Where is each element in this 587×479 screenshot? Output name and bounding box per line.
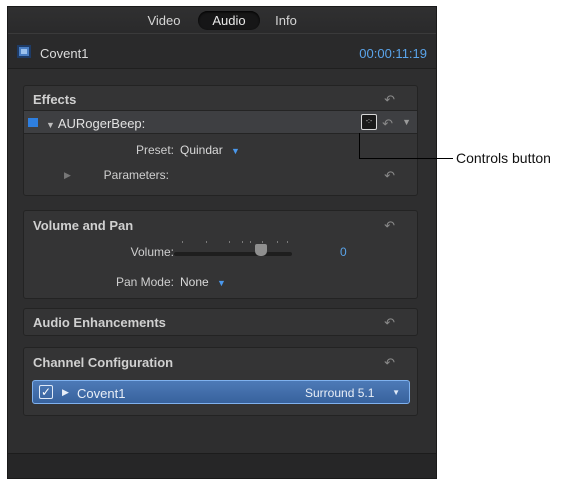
preset-popup[interactable]: Quindar ▼ [180, 143, 240, 157]
channel-config-title: Channel Configuration [33, 355, 174, 370]
volume-pan-title: Volume and Pan [33, 218, 134, 233]
effect-name: ▼ AURogerBeep: [46, 116, 145, 131]
volume-label: Volume: [130, 245, 174, 259]
volume-tick [229, 241, 230, 243]
clip-icon [17, 45, 31, 58]
channel-disclosure-icon[interactable]: ▶ [62, 387, 69, 398]
tab-info[interactable]: Info [266, 11, 306, 30]
pan-mode-value: None [180, 275, 209, 289]
pan-mode-label: Pan Mode: [115, 275, 174, 289]
preset-value: Quindar [180, 143, 223, 157]
effect-menu-chevron-icon[interactable]: ▼ [402, 117, 411, 127]
callout-line [359, 133, 360, 159]
bottom-bar [8, 453, 436, 478]
callout-line [359, 158, 453, 159]
parameters-label: Parameters: [103, 168, 169, 182]
channel-row[interactable]: ✓ ▶ Covent1 Surround 5.1 ▼ [32, 380, 410, 404]
audio-inspector: Video Audio Info Covent1 00:00:11:19 Eff… [7, 6, 437, 479]
channel-config-reset-icon[interactable]: ↶ [384, 356, 395, 369]
inspector-tab-bar: Video Audio Info [8, 7, 436, 33]
timecode: 00:00:11:19 [359, 46, 427, 61]
effect-row[interactable]: ▼ AURogerBeep: -:- ↶ ▼ [24, 110, 417, 134]
volume-tick [206, 241, 207, 243]
disclosure-triangle-icon[interactable]: ▼ [46, 120, 55, 130]
channel-config-section: Channel Configuration ↶ ✓ ▶ Covent1 Surr… [23, 347, 418, 416]
audio-enhancements-title: Audio Enhancements [33, 315, 166, 330]
channel-name: Covent1 [77, 386, 126, 401]
callout-label: Controls button [456, 150, 551, 166]
clip-header: Covent1 00:00:11:19 [8, 33, 436, 69]
volume-tick [182, 241, 183, 243]
channel-mode-chevron-icon[interactable]: ▼ [392, 388, 400, 397]
tab-audio[interactable]: Audio [198, 11, 260, 30]
clip-name: Covent1 [40, 46, 89, 61]
volume-tick [250, 241, 251, 243]
pan-mode-chevron-icon: ▼ [212, 278, 226, 288]
volume-tick [277, 241, 278, 243]
preset-chevron-icon: ▼ [226, 146, 240, 156]
volume-tick [287, 241, 288, 243]
channel-checkbox[interactable]: ✓ [39, 385, 53, 399]
volume-slider-knob[interactable] [255, 244, 267, 256]
parameters-reset-icon[interactable]: ↶ [384, 169, 395, 182]
effect-reset-icon[interactable]: ↶ [382, 117, 393, 130]
volume-value[interactable]: 0 [340, 245, 347, 259]
tab-video[interactable]: Video [136, 11, 192, 30]
effects-reset-icon[interactable]: ↶ [384, 93, 395, 106]
controls-button[interactable]: -:- [361, 114, 377, 130]
volume-slider[interactable] [174, 252, 292, 256]
preset-label: Preset: [135, 143, 174, 157]
audio-enhancements-section[interactable]: Audio Enhancements ↶ [23, 308, 418, 336]
pan-mode-popup[interactable]: None ▼ [180, 275, 226, 289]
volume-tick [242, 241, 243, 243]
audio-enhancements-reset-icon[interactable]: ↶ [384, 316, 395, 329]
effects-title: Effects [33, 92, 77, 107]
effect-enable-checkbox[interactable] [28, 118, 38, 127]
volume-pan-reset-icon[interactable]: ↶ [384, 219, 395, 232]
parameters-disclosure-icon[interactable]: ▶ [64, 170, 71, 181]
effect-name-label: AURogerBeep: [57, 116, 146, 131]
volume-tick [262, 241, 263, 243]
channel-mode[interactable]: Surround 5.1 [305, 386, 374, 400]
volume-pan-section: Volume and Pan ↶ Volume: 0 Pan Mode: Non… [23, 210, 418, 299]
